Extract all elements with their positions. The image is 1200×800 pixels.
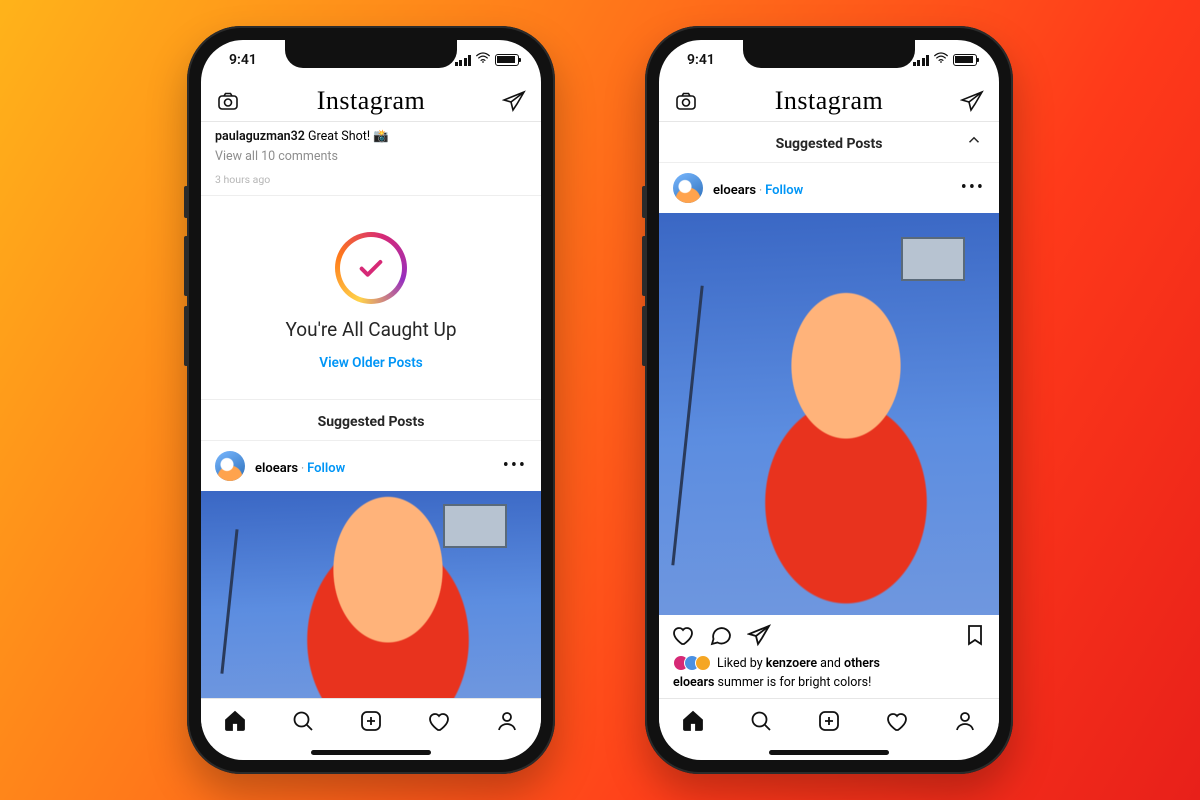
- bookmark-icon[interactable]: [963, 623, 987, 651]
- caption-text: summer is for bright colors!: [714, 675, 871, 690]
- suggested-posts-header[interactable]: Suggested Posts: [659, 122, 999, 162]
- home-indicator: [659, 746, 999, 760]
- profile-tab-icon[interactable]: [953, 709, 977, 737]
- phone-mockup-right: 9:41 Instagram Suggested Posts: [645, 26, 1013, 774]
- liker-avatars: [673, 655, 711, 671]
- suggested-posts-label: Suggested Posts: [776, 136, 883, 152]
- wifi-icon: [933, 52, 949, 68]
- suggested-posts-header: Suggested Posts: [201, 399, 541, 440]
- notch: [743, 40, 915, 68]
- post-action-bar: [659, 615, 999, 655]
- separator-dot: ·: [298, 461, 307, 475]
- feed-content: paulaguzman32 Great Shot! 📸 View all 10 …: [201, 122, 541, 698]
- app-header: Instagram: [201, 80, 541, 122]
- follow-link[interactable]: Follow: [765, 183, 803, 198]
- phone-mockup-left: 9:41 Instagram paula: [187, 26, 555, 774]
- suggested-post-header-row[interactable]: eloears · Follow •••: [659, 162, 999, 213]
- battery-icon: [953, 54, 977, 66]
- direct-message-icon[interactable]: [959, 88, 985, 114]
- status-time: 9:41: [229, 52, 257, 68]
- app-header: Instagram: [659, 80, 999, 122]
- avatar[interactable]: [215, 451, 245, 481]
- new-post-tab-icon[interactable]: [359, 709, 383, 737]
- post-comment[interactable]: paulaguzman32 Great Shot! 📸: [215, 128, 527, 146]
- avatar[interactable]: [673, 173, 703, 203]
- home-tab-icon[interactable]: [223, 709, 247, 737]
- likes-row[interactable]: Liked by kenzoere and others: [659, 655, 999, 675]
- battery-icon: [495, 54, 519, 66]
- instagram-logo: Instagram: [775, 86, 883, 116]
- direct-message-icon[interactable]: [501, 88, 527, 114]
- post-caption[interactable]: eloears summer is for bright colors!: [659, 675, 999, 698]
- caption-username: eloears: [673, 675, 714, 690]
- post-username[interactable]: eloears: [255, 461, 298, 476]
- status-indicators: [455, 52, 520, 68]
- view-older-posts-link[interactable]: View Older Posts: [319, 355, 422, 371]
- post-time-ago: 3 hours ago: [215, 172, 527, 187]
- screen-right: 9:41 Instagram Suggested Posts: [659, 40, 999, 760]
- search-tab-icon[interactable]: [291, 709, 315, 737]
- liked-by-prefix: Liked by: [717, 656, 766, 671]
- status-time: 9:41: [687, 52, 715, 68]
- screen-left: 9:41 Instagram paula: [201, 40, 541, 760]
- profile-tab-icon[interactable]: [495, 709, 519, 737]
- liked-by-user: kenzoere: [766, 656, 817, 671]
- notch: [285, 40, 457, 68]
- post-username[interactable]: eloears: [713, 183, 756, 198]
- instagram-logo: Instagram: [317, 86, 425, 116]
- caught-up-card: You're All Caught Up View Older Posts: [201, 195, 541, 399]
- view-all-comments-link[interactable]: View all 10 comments: [215, 148, 527, 166]
- activity-tab-icon[interactable]: [427, 709, 451, 737]
- comment-username: paulaguzman32: [215, 129, 305, 144]
- post-photo[interactable]: [659, 213, 999, 615]
- bottom-tab-bar: [201, 698, 541, 746]
- promo-background: 9:41 Instagram paula: [0, 0, 1200, 800]
- share-icon[interactable]: [747, 623, 771, 651]
- chevron-up-icon[interactable]: [965, 131, 983, 153]
- follow-link[interactable]: Follow: [307, 461, 345, 476]
- camera-icon[interactable]: [673, 88, 699, 114]
- cellular-icon: [455, 55, 472, 66]
- new-post-tab-icon[interactable]: [817, 709, 841, 737]
- post-photo[interactable]: [201, 491, 541, 698]
- separator-dot: ·: [756, 183, 765, 197]
- caught-up-check-icon: [335, 232, 407, 304]
- cellular-icon: [913, 55, 930, 66]
- suggested-post-header-row[interactable]: eloears · Follow •••: [201, 440, 541, 491]
- comment-text: Great Shot! 📸: [308, 129, 389, 144]
- camera-icon[interactable]: [215, 88, 241, 114]
- feed-content: Suggested Posts eloears · Follow •••: [659, 122, 999, 698]
- liked-by-suffix: and: [817, 656, 844, 671]
- home-indicator: [201, 746, 541, 760]
- status-indicators: [913, 52, 978, 68]
- like-icon[interactable]: [671, 623, 695, 651]
- caught-up-title: You're All Caught Up: [285, 318, 456, 341]
- bottom-tab-bar: [659, 698, 999, 746]
- home-tab-icon[interactable]: [681, 709, 705, 737]
- comment-icon[interactable]: [709, 623, 733, 651]
- post-comment-block: paulaguzman32 Great Shot! 📸 View all 10 …: [201, 122, 541, 195]
- wifi-icon: [475, 52, 491, 68]
- liked-by-others: others: [844, 656, 880, 671]
- suggested-posts-label: Suggested Posts: [318, 414, 425, 430]
- activity-tab-icon[interactable]: [885, 709, 909, 737]
- search-tab-icon[interactable]: [749, 709, 773, 737]
